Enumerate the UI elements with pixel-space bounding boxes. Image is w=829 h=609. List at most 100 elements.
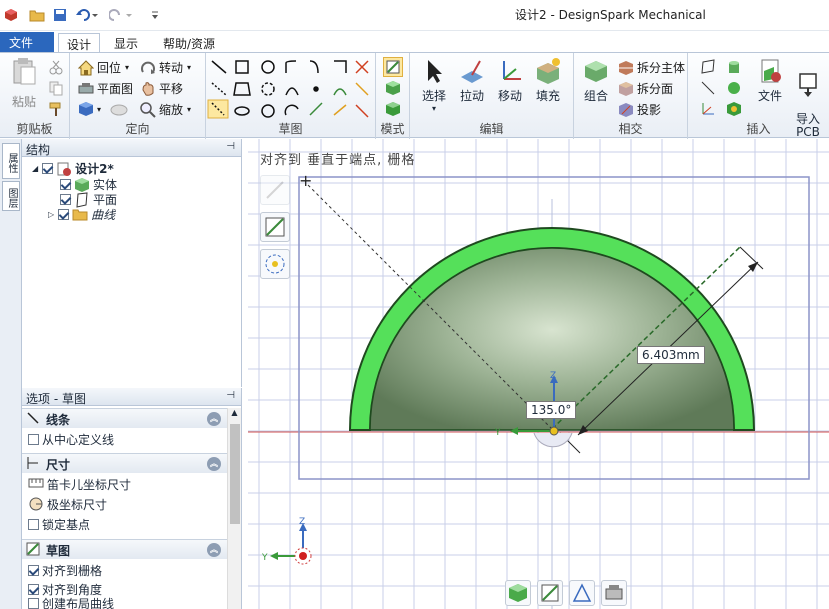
- sketch-select-tool[interactable]: [260, 175, 290, 205]
- chevron-down-icon[interactable]: ▾: [187, 63, 191, 72]
- tree-item-plane[interactable]: 平面: [60, 191, 117, 208]
- tab-display[interactable]: 显示: [106, 33, 146, 52]
- structure-header: 结构 ⊣: [22, 139, 241, 157]
- tab-properties[interactable]: 属性: [2, 143, 20, 179]
- option-layout-curves[interactable]: 创建布局曲线: [28, 597, 114, 609]
- display-settings-button[interactable]: [601, 580, 627, 606]
- pull-button[interactable]: 拉动: [454, 57, 490, 104]
- section-dimensions[interactable]: 尺寸 ︽: [22, 453, 227, 473]
- tree-item-solid[interactable]: 实体: [60, 177, 117, 192]
- undo-icon[interactable]: [74, 6, 100, 24]
- tree-item-design[interactable]: ◢ 设计2*: [32, 161, 114, 176]
- option-polar[interactable]: 极坐标尺寸: [28, 495, 107, 513]
- collapse-icon[interactable]: ︽: [207, 543, 221, 557]
- fill-button[interactable]: 填充: [530, 57, 566, 104]
- return-to-3d-button[interactable]: [505, 580, 531, 606]
- home-view-button[interactable]: 回位 ▾: [77, 59, 129, 76]
- redo-icon[interactable]: [108, 6, 134, 24]
- chevron-down-icon[interactable]: ▾: [416, 104, 452, 113]
- tab-layers[interactable]: 图层: [2, 181, 20, 211]
- options-scrollbar[interactable]: ▲: [227, 408, 241, 609]
- customize-toolbar-icon[interactable]: [146, 6, 164, 24]
- tree-item-curves[interactable]: ▷ 曲线: [48, 207, 115, 222]
- chevron-down-icon[interactable]: ▾: [187, 105, 191, 114]
- copy-icon[interactable]: [48, 80, 64, 96]
- sphere-insert-icon[interactable]: [726, 80, 742, 96]
- spin-button[interactable]: 转动 ▾: [140, 59, 191, 76]
- section-mode-icon[interactable]: [385, 80, 401, 96]
- lock-base-checkbox[interactable]: [28, 518, 39, 530]
- option-snap-angle[interactable]: 对齐到角度: [28, 580, 102, 598]
- option-snap-grid[interactable]: 对齐到栅格: [28, 561, 102, 579]
- pan-button[interactable]: 平移: [140, 80, 183, 97]
- zoom-button[interactable]: 缩放 ▾: [140, 101, 191, 118]
- save-icon[interactable]: [51, 6, 69, 24]
- option-cartesian[interactable]: 笛卡儿坐标尺寸: [28, 475, 131, 493]
- paste-button[interactable]: 粘贴: [8, 57, 40, 110]
- plane-insert-icon[interactable]: [700, 59, 716, 75]
- visibility-checkbox[interactable]: [60, 179, 71, 190]
- option-center-line[interactable]: 从中心定义线: [28, 430, 114, 448]
- format-painter-icon[interactable]: [48, 101, 64, 117]
- collapse-icon[interactable]: ︽: [207, 412, 221, 426]
- pull-label: 拉动: [459, 89, 484, 103]
- tab-design[interactable]: 设计: [58, 33, 101, 53]
- option-lock-base[interactable]: 锁定基点: [28, 515, 90, 533]
- expand-triangle-icon[interactable]: ▷: [48, 210, 54, 219]
- viewport[interactable]: + Z Y Z Y: [248, 139, 829, 609]
- select-new-sketch-plane-tool[interactable]: [260, 212, 290, 242]
- design-canvas[interactable]: + Z Y Z Y 对齐到 垂直于端点, 栅格 6.403mm 135.0°: [248, 139, 829, 609]
- section-lines[interactable]: 线条 ︽: [22, 408, 227, 428]
- tab-help-resources[interactable]: 帮助/资源: [155, 33, 223, 52]
- move-button[interactable]: 移动: [492, 57, 528, 104]
- layout-curves-checkbox[interactable]: [28, 597, 39, 609]
- sketch-tools: [207, 60, 369, 119]
- snap-angle-checkbox[interactable]: [28, 583, 39, 595]
- project-button[interactable]: 投影: [618, 101, 661, 118]
- shell-insert-icon[interactable]: [726, 101, 742, 117]
- insert-file-icon: [756, 57, 784, 85]
- open-folder-icon[interactable]: [28, 6, 46, 24]
- angle-dimension-label[interactable]: 135.0°: [526, 401, 577, 419]
- center-line-checkbox[interactable]: [28, 433, 39, 445]
- visibility-checkbox[interactable]: [58, 209, 70, 220]
- visibility-checkbox[interactable]: [60, 194, 71, 205]
- sketch-icon: [26, 542, 40, 559]
- length-dimension-label[interactable]: 6.403mm: [637, 346, 705, 364]
- intersect-group-label: 相交: [618, 122, 643, 136]
- plan-view-mini-button[interactable]: [569, 580, 595, 606]
- combine-button[interactable]: 组合: [578, 57, 614, 104]
- move-grid-tool[interactable]: [260, 249, 290, 279]
- pin-icon[interactable]: ⊣: [226, 390, 235, 401]
- title-bar: 设计2 - DesignSpark Mechanical: [0, 0, 829, 31]
- chevron-down-icon[interactable]: ▾: [125, 63, 129, 72]
- axis-insert-icon[interactable]: [700, 80, 716, 96]
- insert-file-button[interactable]: 文件: [754, 57, 786, 104]
- scroll-up-arrow-icon[interactable]: ▲: [228, 408, 241, 422]
- plan-view-button[interactable]: 平面图: [78, 80, 133, 97]
- collapse-icon[interactable]: ︽: [207, 457, 221, 471]
- tab-file[interactable]: 文件(F): [0, 32, 54, 65]
- view-cube-button[interactable]: ▾: [78, 101, 128, 117]
- origin-insert-icon[interactable]: [700, 101, 716, 117]
- cut-icon[interactable]: [48, 59, 64, 75]
- chevron-down-icon[interactable]: ▾: [97, 105, 101, 114]
- sketch-mode-button[interactable]: [537, 580, 563, 606]
- rectangle-tool-icon: [235, 60, 249, 74]
- sketch-mode-icon[interactable]: [383, 57, 403, 77]
- split-body-button[interactable]: 拆分主体: [618, 59, 685, 76]
- section-sketch[interactable]: 草图 ︽: [22, 539, 227, 559]
- split-face-button[interactable]: 拆分面: [618, 80, 673, 97]
- collapse-triangle-icon[interactable]: ◢: [32, 164, 38, 173]
- select-button[interactable]: 选择 ▾: [416, 57, 452, 113]
- cylinder-insert-icon[interactable]: [726, 59, 742, 75]
- section-sketch-title: 草图: [46, 544, 71, 558]
- scrollbar-thumb[interactable]: [230, 424, 240, 524]
- visibility-checkbox[interactable]: [42, 163, 54, 174]
- window-title: 设计2 - DesignSpark Mechanical: [515, 8, 706, 22]
- orbit-icon[interactable]: [109, 101, 128, 117]
- snap-grid-checkbox[interactable]: [28, 564, 39, 576]
- 3d-mode-icon[interactable]: [385, 101, 401, 117]
- pin-icon[interactable]: ⊣: [226, 141, 235, 152]
- import-pcb-button[interactable]: 导入 PCB: [790, 57, 826, 152]
